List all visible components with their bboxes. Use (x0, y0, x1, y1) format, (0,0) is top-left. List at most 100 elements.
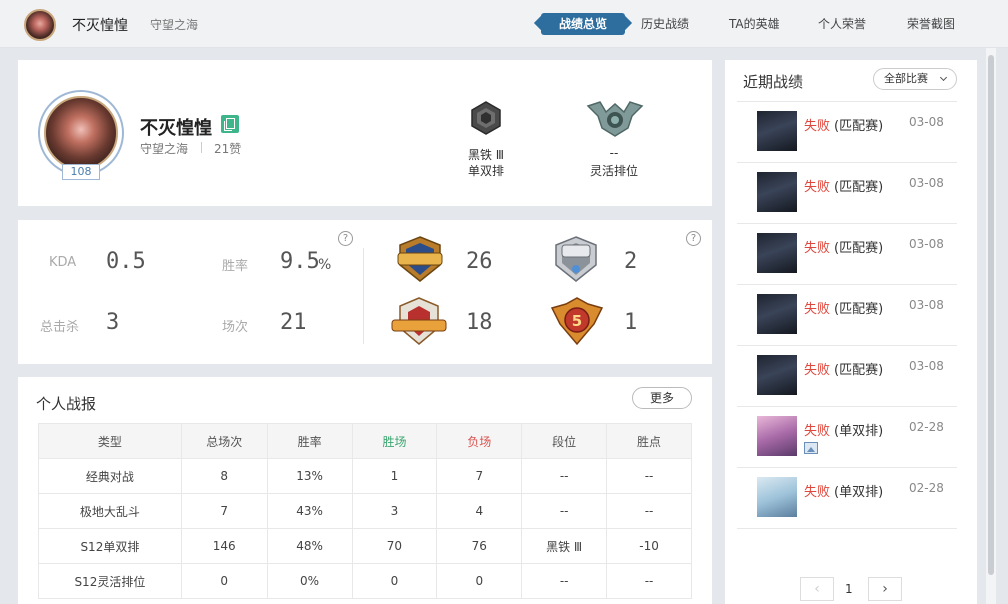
match-date: 03-08 (909, 115, 944, 129)
profile-likes: 21赞 (214, 142, 242, 156)
cell-winrate: 43% (266, 493, 353, 529)
top-bar: 不灭惶惶 守望之海 战绩总览 历史战绩 TA的英雄 个人荣誉 荣誉截图 (0, 0, 1008, 48)
chevron-down-icon (939, 73, 948, 82)
tab-honors[interactable]: 个人荣誉 (818, 15, 866, 32)
recent-matches-card: 近期战绩 全部比赛 失败 (匹配赛) 03-08 失败 (匹配赛) 03-08 失败 (匹配赛… (725, 60, 977, 604)
page-number: 1 (845, 582, 853, 596)
stats-help-icon[interactable]: ? (338, 231, 353, 246)
total-kills-label: 总击杀 (40, 320, 80, 335)
match-date: 03-08 (909, 237, 944, 251)
cell-lp: -- (606, 493, 692, 529)
cell-lp: -10 (606, 528, 692, 564)
winrate-unit: % (318, 257, 332, 273)
champion-avatar (757, 172, 797, 212)
cell-total: 146 (180, 528, 268, 564)
cell-losses: 0 (436, 563, 523, 599)
champion-avatar (757, 111, 797, 151)
tab-overview[interactable]: 战绩总览 (541, 13, 626, 35)
match-row[interactable]: 失败 (匹配赛) 03-08 (737, 285, 957, 346)
recent-title: 近期战绩 (743, 73, 804, 91)
match-row[interactable]: 失败 (匹配赛) 03-08 (737, 163, 957, 224)
solo-rank-queue: 单双排 (467, 164, 504, 178)
legendary-badge-icon (391, 297, 447, 345)
row-divider (737, 528, 957, 529)
match-mode: (单双排) (834, 424, 884, 439)
table-row: S12单双排 146 48% 70 76 黑铁 Ⅲ -10 (38, 528, 692, 564)
col-lp: 胜点 (606, 423, 692, 459)
cell-losses: 7 (436, 458, 523, 494)
cell-wins: 3 (351, 493, 438, 529)
total-kills-value: 3 (106, 310, 120, 335)
match-row[interactable]: 失败 (匹配赛) 03-08 (737, 102, 957, 163)
champion-avatar (757, 416, 797, 456)
match-mode: (匹配赛) (834, 119, 884, 134)
solo-rank-tier: 黑铁 Ⅲ (467, 148, 505, 162)
champion-avatar (757, 477, 797, 517)
match-result: 失败 (804, 424, 831, 439)
match-date: 02-28 (909, 481, 944, 495)
unranked-flex-icon (586, 101, 644, 137)
games-value: 21 (280, 310, 307, 335)
match-date: 03-08 (909, 176, 944, 190)
match-result: 失败 (804, 180, 831, 195)
col-losses: 负场 (436, 423, 523, 459)
more-button[interactable]: 更多 (632, 387, 692, 409)
champion-avatar (757, 294, 797, 334)
col-total: 总场次 (180, 423, 268, 459)
match-result: 失败 (804, 302, 831, 317)
match-date: 03-08 (909, 298, 944, 312)
match-date: 03-08 (909, 359, 944, 373)
report-table: 类型 总场次 胜率 胜场 负场 段位 胜点 经典对战 8 13% 1 7 -- … (38, 423, 692, 599)
champion-avatar (757, 355, 797, 395)
stats-card: KDA 0.5 胜率 9.5 % ? 总击杀 3 场次 21 26 2 18 5… (18, 220, 712, 364)
col-type: 类型 (38, 423, 182, 459)
player-avatar-small[interactable] (24, 9, 56, 41)
cell-wins: 0 (351, 563, 438, 599)
cell-rank: 黑铁 Ⅲ (521, 528, 608, 564)
col-rank: 段位 (521, 423, 608, 459)
cell-wins: 70 (351, 528, 438, 564)
cell-rank: -- (521, 493, 608, 529)
tab-heroes[interactable]: TA的英雄 (729, 15, 780, 32)
col-wins: 胜场 (351, 423, 438, 459)
next-page-button[interactable]: › (868, 577, 902, 601)
match-mode: (单双排) (834, 485, 884, 500)
copy-icon[interactable] (221, 115, 239, 133)
top-server-name: 守望之海 (150, 18, 199, 32)
badges-help-icon[interactable]: ? (686, 231, 701, 246)
tab-screenshots[interactable]: 荣誉截图 (907, 15, 955, 32)
match-row[interactable]: 失败 (匹配赛) 03-08 (737, 224, 957, 285)
match-mode: (匹配赛) (834, 180, 884, 195)
cell-type: S12灵活排位 (38, 563, 182, 599)
cell-total: 0 (180, 563, 268, 599)
match-filter-select[interactable]: 全部比赛 (873, 68, 957, 90)
match-result: 失败 (804, 485, 831, 500)
match-row[interactable]: 失败 (单双排) 02-28 (737, 407, 957, 468)
top-player-name: 不灭惶惶 (72, 18, 128, 34)
games-label: 场次 (222, 320, 249, 335)
table-row: 经典对战 8 13% 1 7 -- -- (38, 458, 692, 494)
scrollbar-thumb[interactable] (988, 55, 994, 575)
flex-rank-tier: -- (609, 146, 619, 160)
col-winrate: 胜率 (266, 423, 353, 459)
iron-rank-icon (471, 101, 501, 135)
winrate-label: 胜率 (222, 259, 249, 274)
cell-lp: -- (606, 563, 692, 599)
prev-page-button[interactable]: ‹ (800, 577, 834, 601)
cell-total: 8 (180, 458, 268, 494)
match-mode: (匹配赛) (834, 241, 884, 256)
cell-winrate: 13% (266, 458, 353, 494)
match-row[interactable]: 失败 (单双排) 02-28 (737, 468, 957, 529)
match-result: 失败 (804, 119, 831, 134)
image-icon[interactable] (804, 442, 818, 454)
flex-rank-queue: 灵活排位 (589, 164, 638, 178)
match-row[interactable]: 失败 (匹配赛) 03-08 (737, 346, 957, 407)
level-badge: 108 (62, 164, 100, 180)
cell-type: 极地大乱斗 (38, 493, 182, 529)
profile-server: 守望之海 (140, 142, 189, 156)
tab-history[interactable]: 历史战绩 (641, 15, 689, 32)
match-mode: (匹配赛) (834, 302, 884, 317)
match-date: 02-28 (909, 420, 944, 434)
champion-avatar (757, 233, 797, 273)
cell-type: S12单双排 (38, 528, 182, 564)
